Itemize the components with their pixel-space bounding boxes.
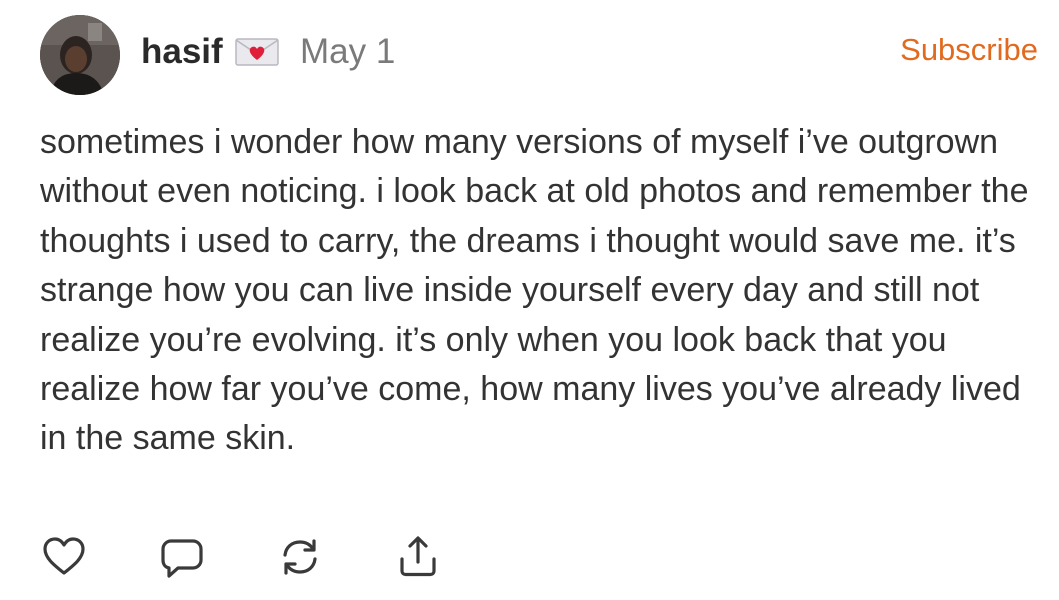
post-body: sometimes i wonder how many versions of … xyxy=(40,123,1029,458)
share-icon xyxy=(394,533,442,581)
restack-icon xyxy=(276,533,324,581)
comment-icon xyxy=(158,533,206,581)
subscribe-button[interactable]: Subscribe xyxy=(900,30,1038,70)
post-actions xyxy=(40,533,460,583)
heart-icon xyxy=(40,533,88,581)
post-date: May 1 xyxy=(300,32,396,71)
share-button[interactable] xyxy=(394,533,442,581)
comment-button[interactable] xyxy=(158,533,206,581)
post: hasif May 1 Subscribe sometimes i wonder… xyxy=(0,0,1059,600)
post-header: hasif May 1 Subscribe xyxy=(40,15,1040,95)
restack-button[interactable] xyxy=(276,533,324,581)
like-button[interactable] xyxy=(40,533,88,581)
love-letter-icon xyxy=(235,38,279,66)
avatar[interactable] xyxy=(40,15,120,95)
author-name[interactable]: hasif xyxy=(141,32,223,72)
